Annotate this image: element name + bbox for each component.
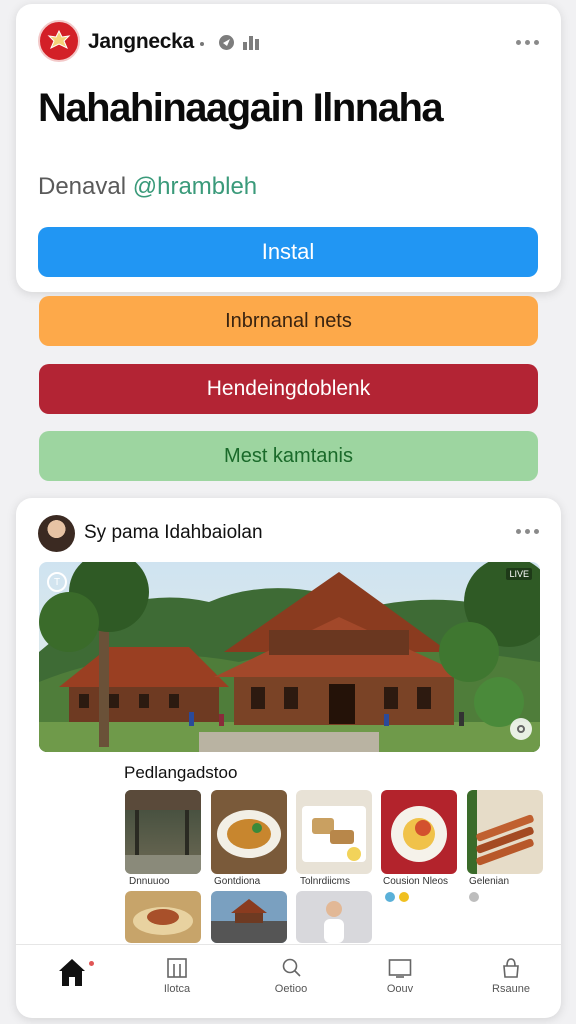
app-logo xyxy=(38,20,80,62)
author-avatar[interactable] xyxy=(38,515,75,552)
tv-icon xyxy=(388,959,412,978)
developer-handle[interactable]: @hrambleh xyxy=(133,173,257,200)
nav-label-search: Oetioo xyxy=(274,983,308,995)
nav-tv[interactable]: Oouv xyxy=(360,957,440,995)
post-card: Sy pama Idahbaiolan T LIVE Pedlangadstoo… xyxy=(16,498,561,1018)
thumbnail-2[interactable] xyxy=(211,790,287,874)
thumbnail-8[interactable] xyxy=(296,891,372,943)
thumbnail-1[interactable] xyxy=(125,790,201,874)
satay-skewers-icon xyxy=(467,790,534,874)
nav-label-library: Ilotca xyxy=(163,983,191,995)
category-button-3[interactable]: Mest kamtanis xyxy=(39,431,538,481)
hero-badge-right: LIVE xyxy=(506,568,532,580)
post-author[interactable]: Sy pama Idahbaiolan xyxy=(84,522,263,544)
thumbnail-5[interactable] xyxy=(467,790,543,874)
nav-label-tv: Oouv xyxy=(386,983,414,995)
separator-dot xyxy=(200,42,204,46)
app-name: Jangnecka xyxy=(88,30,194,53)
road-house-icon xyxy=(211,899,287,943)
nav-store[interactable]: Rsaune xyxy=(471,957,551,995)
category-button-1[interactable]: Inbrnanal nets xyxy=(39,296,538,346)
nav-home[interactable] xyxy=(32,957,112,991)
app-header-card: Jangnecka Nahahinaagain Ilnnaha Denaval … xyxy=(16,4,561,292)
app-headline: Nahahinaagain Ilnnaha xyxy=(38,86,444,130)
thumbnail-5-badges xyxy=(469,892,479,902)
hero-image[interactable]: T LIVE xyxy=(39,562,540,752)
rolled-dish-icon xyxy=(302,806,366,862)
hero-badge-icon[interactable]: T xyxy=(47,572,67,592)
bottom-navigation: Ilotca Oetioo Oouv Rsaune xyxy=(16,944,561,1016)
thumbnail-caption-3: Tolnrdiicms xyxy=(300,876,351,887)
search-icon xyxy=(282,958,301,977)
noodle-plate-icon xyxy=(217,810,281,858)
category-button-2[interactable]: Hendeingdoblenk xyxy=(39,364,538,414)
frame-icon xyxy=(167,958,187,978)
location-pin-icon[interactable] xyxy=(218,34,235,51)
hero-action-icon[interactable] xyxy=(510,718,532,740)
thumbnail-caption-4: Cousion Nleos xyxy=(383,876,449,887)
person-portrait-icon xyxy=(324,901,344,943)
stats-icon[interactable] xyxy=(242,34,260,51)
thumbnail-caption-5: Gelenian xyxy=(469,876,510,887)
more-options-icon[interactable] xyxy=(516,40,539,45)
thumbnail-3[interactable] xyxy=(296,790,372,874)
bag-icon xyxy=(503,958,519,978)
thumbnail-4[interactable] xyxy=(381,790,457,874)
section-label: Pedlangadstoo xyxy=(124,763,238,782)
nav-label-store: Rsaune xyxy=(492,983,530,995)
hall-photo-icon xyxy=(125,790,201,874)
thumbnail-6[interactable] xyxy=(125,891,201,943)
thumbnail-7[interactable] xyxy=(211,891,287,943)
garuda-emblem-icon xyxy=(47,29,71,50)
home-icon xyxy=(59,959,85,986)
egg-dish-icon xyxy=(391,806,447,862)
nav-search[interactable]: Oetioo xyxy=(251,957,331,995)
notification-dot xyxy=(89,961,94,966)
install-button[interactable]: Instal xyxy=(38,227,538,277)
thumbnail-4-badges xyxy=(385,892,409,902)
thumbnail-caption-1: Dnnuuoo xyxy=(129,876,170,887)
food-platter-icon xyxy=(133,907,193,935)
thumbnail-caption-2: Gontdiona xyxy=(214,876,261,887)
developer-line: Denaval @hrambleh xyxy=(38,173,257,201)
post-more-options-icon[interactable] xyxy=(516,529,539,534)
traditional-house-photo xyxy=(39,562,540,752)
nav-library[interactable]: Ilotca xyxy=(137,957,217,995)
developer-name: Denaval xyxy=(38,173,133,200)
